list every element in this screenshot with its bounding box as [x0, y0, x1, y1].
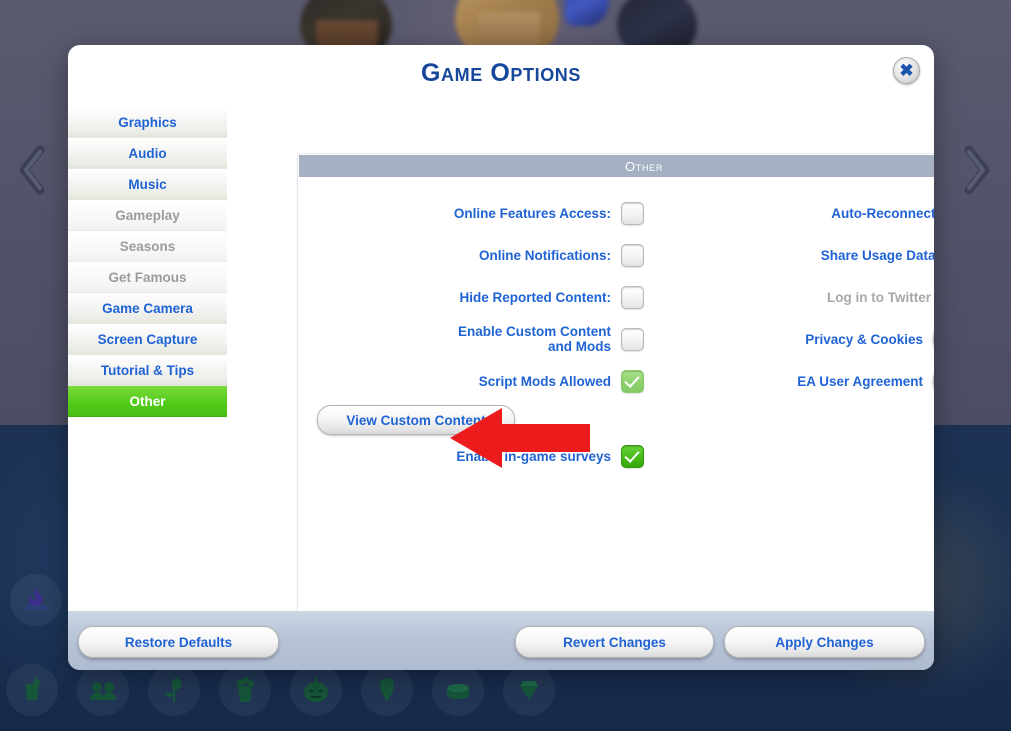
sidebar-item-tutorial-tips[interactable]: Tutorial & Tips: [68, 355, 227, 386]
rose-icon[interactable]: [148, 664, 200, 716]
option-row: Script Mods Allowed: [299, 360, 644, 402]
chevron-right-icon[interactable]: [957, 142, 997, 198]
button-label: View Custom Content: [346, 412, 486, 428]
close-icon[interactable]: ✖: [893, 57, 920, 84]
page-title: Game Options: [420, 59, 582, 87]
sidebar-item-label: Screen Capture: [97, 331, 198, 347]
option-label: Hide Reported Content:: [459, 289, 612, 305]
drink-icon[interactable]: [6, 664, 58, 716]
sidebar-item-screen-capture[interactable]: Screen Capture: [68, 324, 227, 355]
option-label: Log in to Twitter: [827, 289, 931, 305]
option-label: Online Notifications:: [478, 247, 611, 263]
sidebar-item-seasons[interactable]: Seasons: [68, 231, 227, 262]
sidebar-item-graphics[interactable]: Graphics: [68, 107, 227, 138]
option-label: Online Features Access:: [453, 205, 611, 221]
option-row: Share Usage Data:: [628, 234, 934, 276]
shield-check-icon[interactable]: [933, 319, 934, 359]
view-custom-content-button[interactable]: View Custom Content: [317, 405, 515, 435]
cake-icon[interactable]: [432, 664, 484, 716]
sidebar-item-label: Gameplay: [115, 207, 180, 223]
sidebar-item-label: Seasons: [119, 238, 176, 254]
pack-icon-row: [6, 664, 555, 716]
option-row: Online Notifications:: [299, 234, 644, 276]
option-row: Log in to Twitter: [628, 276, 934, 318]
sidebar-item-label: Game Camera: [102, 300, 193, 316]
dialog-footer: Restore Defaults Revert Changes Apply Ch…: [68, 611, 934, 670]
restore-defaults-button[interactable]: Restore Defaults: [78, 626, 279, 658]
sidebar-item-other[interactable]: Other: [68, 386, 227, 417]
option-label: EA User Agreement: [797, 373, 923, 389]
chevron-left-icon[interactable]: [12, 142, 52, 198]
pumpkin-icon[interactable]: [290, 664, 342, 716]
ice-cream-icon[interactable]: [361, 664, 413, 716]
option-label: Enable in-game surveys: [456, 448, 611, 464]
diamond-icon[interactable]: [503, 664, 555, 716]
options-left-column: Online Features Access: Online Notificati…: [299, 192, 644, 477]
sidebar-item-label: Other: [129, 393, 166, 409]
option-label: Privacy & Cookies: [805, 331, 923, 347]
sidebar-item-label: Music: [128, 176, 167, 192]
sidebar-item-label: Get Famous: [108, 269, 187, 285]
campfire-icon[interactable]: [10, 574, 62, 626]
friends-icon[interactable]: [77, 664, 129, 716]
option-label: Enable Custom Content and Mods: [457, 324, 611, 354]
sidebar-item-get-famous[interactable]: Get Famous: [68, 262, 227, 293]
option-row: Privacy & Cookies: [628, 318, 934, 360]
apply-changes-button[interactable]: Apply Changes: [724, 626, 925, 658]
sidebar-item-audio[interactable]: Audio: [68, 138, 227, 169]
option-label: Script Mods Allowed: [478, 373, 611, 389]
game-options-dialog: Game Options ✖ Graphics Audio Music Gamepla…: [68, 45, 934, 670]
option-row: Online Features Access:: [299, 192, 644, 234]
document-icon[interactable]: [933, 361, 934, 401]
option-row: Enable Custom Content and Mods: [299, 318, 644, 360]
section-header: Other: [299, 155, 934, 177]
revert-changes-button[interactable]: Revert Changes: [515, 626, 714, 658]
options-content-panel: Other Online Features Access: Online Noti…: [297, 153, 934, 641]
option-row: Auto-Reconnect:: [628, 192, 934, 234]
options-right-column: Auto-Reconnect: Share Usage Data: Log in t…: [628, 192, 934, 402]
popcorn-icon[interactable]: [219, 664, 271, 716]
close-glyph: ✖: [899, 60, 914, 80]
option-row: EA User Agreement: [628, 360, 934, 402]
sim-headdress: [565, 0, 609, 26]
sidebar-item-label: Tutorial & Tips: [100, 362, 195, 378]
sidebar-item-game-camera[interactable]: Game Camera: [68, 293, 227, 324]
sidebar-item-gameplay[interactable]: Gameplay: [68, 200, 227, 231]
option-row: Enable in-game surveys: [299, 435, 644, 477]
option-label: Auto-Reconnect:: [831, 205, 934, 221]
enable-in-game-surveys-checkbox[interactable]: [621, 444, 644, 468]
option-row: Hide Reported Content:: [299, 276, 644, 318]
option-label: Share Usage Data:: [820, 247, 934, 263]
sidebar-item-label: Audio: [128, 145, 167, 161]
options-sidebar: Graphics Audio Music Gameplay Seasons Get Fam…: [68, 107, 227, 417]
sidebar-item-label: Graphics: [118, 114, 177, 130]
sidebar-item-music[interactable]: Music: [68, 169, 227, 200]
